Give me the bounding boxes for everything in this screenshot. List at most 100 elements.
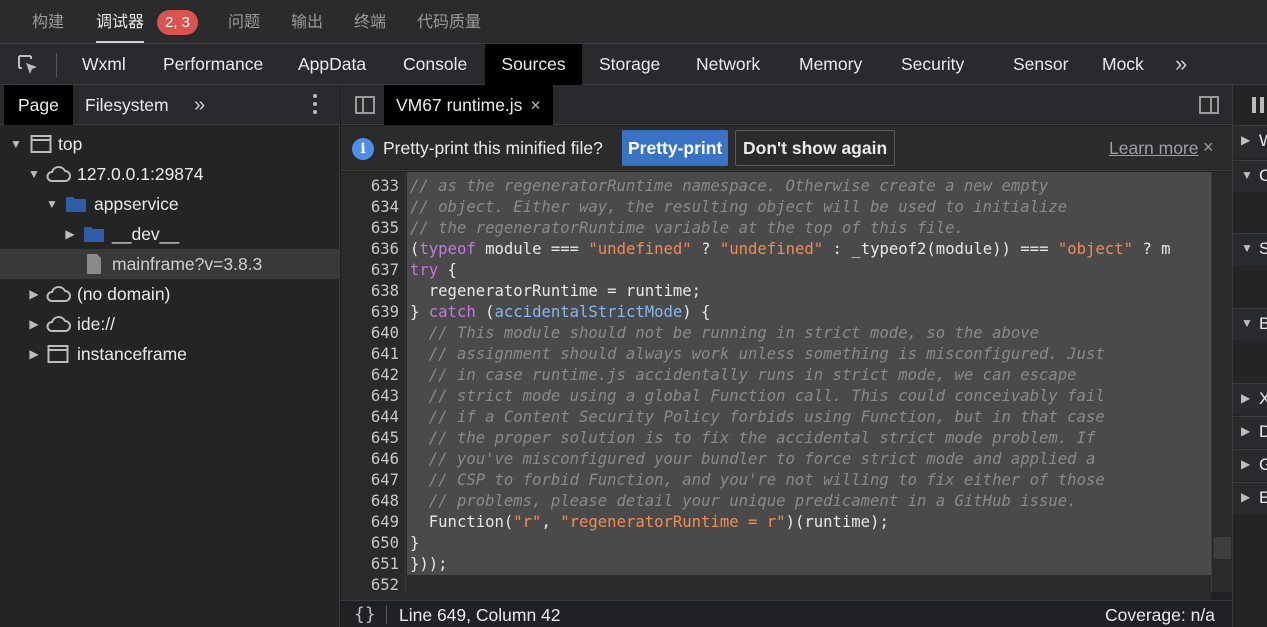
tree-item-dev[interactable]: ▶ __dev__: [0, 219, 340, 249]
tab-network[interactable]: Network: [696, 44, 760, 85]
tab-code-quality[interactable]: 代码质量: [417, 12, 481, 34]
tab-memory[interactable]: Memory: [799, 44, 862, 85]
line-number[interactable]: 646: [341, 449, 399, 470]
tree-item-ide[interactable]: ▶ ide://: [0, 309, 340, 339]
expand-triangle-icon[interactable]: ▶: [1241, 424, 1250, 438]
sidebar-section-header[interactable]: ▶E: [1233, 482, 1267, 514]
tree-item-instanceframe[interactable]: ▶ instanceframe: [0, 339, 340, 369]
line-number[interactable]: 634: [341, 197, 399, 218]
collapse-triangle-icon[interactable]: ▼: [1241, 168, 1253, 182]
sidebar-section-header[interactable]: ▶W: [1233, 125, 1267, 157]
tab-security[interactable]: Security: [901, 44, 964, 85]
expand-triangle-icon[interactable]: ▼: [27, 159, 41, 189]
close-infobar-icon[interactable]: ×: [1203, 137, 1214, 158]
tab-sources[interactable]: Sources: [485, 44, 582, 85]
line-number[interactable]: 638: [341, 281, 399, 302]
tree-item-host[interactable]: ▼ 127.0.0.1:29874: [0, 159, 340, 189]
code-line[interactable]: // This module should not be running in …: [410, 323, 1210, 344]
tab-sensor[interactable]: Sensor: [1013, 44, 1068, 85]
code-line[interactable]: // CSP to forbid Function, and you're no…: [410, 470, 1210, 491]
collapse-triangle-icon[interactable]: ▼: [1241, 241, 1253, 255]
expand-triangle-icon[interactable]: ▼: [45, 189, 59, 219]
tree-item-top[interactable]: ▼ top: [0, 129, 340, 159]
sidebar-section-header[interactable]: ▶D: [1233, 416, 1267, 448]
tab-problems[interactable]: 问题: [228, 12, 260, 34]
collapse-triangle-icon[interactable]: ▼: [1241, 316, 1253, 330]
code-line[interactable]: [410, 575, 1210, 592]
pause-icon[interactable]: [1252, 97, 1266, 113]
code-line[interactable]: // strict mode using a global Function c…: [410, 386, 1210, 407]
more-navigator-tabs-icon[interactable]: »: [194, 85, 205, 125]
tab-debugger[interactable]: 调试器: [96, 12, 145, 43]
tab-storage[interactable]: Storage: [599, 44, 660, 85]
code-line[interactable]: // in case runtime.js accidentally runs …: [410, 365, 1210, 386]
horizontal-scrollbar[interactable]: [341, 592, 1211, 600]
code-line[interactable]: // as the regeneratorRuntime namespace. …: [410, 176, 1210, 197]
expand-triangle-icon[interactable]: ▶: [1241, 457, 1250, 471]
line-number[interactable]: 641: [341, 344, 399, 365]
line-number[interactable]: 635: [341, 218, 399, 239]
sidebar-section-header[interactable]: ▼C: [1233, 160, 1267, 192]
close-tab-icon[interactable]: ×: [530, 95, 540, 115]
tab-mock[interactable]: Mock: [1102, 44, 1144, 85]
line-number[interactable]: 652: [341, 575, 399, 592]
kebab-menu-icon[interactable]: [312, 94, 318, 116]
dont-show-again-button[interactable]: Don't show again: [735, 130, 896, 166]
tab-performance[interactable]: Performance: [163, 44, 263, 85]
code-line[interactable]: try {: [410, 260, 1210, 281]
cursor-position[interactable]: Line 649, Column 42: [399, 605, 561, 626]
scrollbar-thumb[interactable]: [1214, 537, 1231, 559]
expand-triangle-icon[interactable]: ▶: [27, 309, 41, 339]
sidebar-section-header[interactable]: ▶X: [1233, 383, 1267, 415]
code-line[interactable]: regeneratorRuntime = runtime;: [410, 281, 1210, 302]
toggle-debugger-icon[interactable]: [1199, 96, 1219, 114]
sidebar-section-header[interactable]: ▼B: [1233, 308, 1267, 340]
expand-triangle-icon[interactable]: ▶: [27, 339, 41, 369]
tree-item-appservice[interactable]: ▼ appservice: [0, 189, 340, 219]
learn-more-link[interactable]: Learn more: [1109, 138, 1199, 159]
sidebar-section-header[interactable]: ▶G: [1233, 449, 1267, 481]
tab-terminal[interactable]: 终端: [354, 12, 386, 34]
code-line[interactable]: }: [410, 533, 1210, 554]
line-number[interactable]: 644: [341, 407, 399, 428]
editor-tab-runtime[interactable]: VM67 runtime.js ×: [384, 85, 553, 125]
line-number[interactable]: 645: [341, 428, 399, 449]
code-line[interactable]: // the proper solution is to fix the acc…: [410, 428, 1210, 449]
line-number[interactable]: 637: [341, 260, 399, 281]
inspect-element-icon[interactable]: [16, 53, 40, 77]
tab-console[interactable]: Console: [403, 44, 467, 85]
pretty-print-braces-icon[interactable]: {}: [354, 604, 376, 625]
tree-item-no-domain[interactable]: ▶ (no domain): [0, 279, 340, 309]
more-tabs-icon[interactable]: »: [1175, 44, 1187, 85]
vertical-scrollbar[interactable]: [1211, 172, 1232, 592]
tab-output[interactable]: 输出: [291, 12, 323, 34]
tab-build[interactable]: 构建: [32, 12, 64, 34]
line-number[interactable]: 643: [341, 386, 399, 407]
expand-triangle-icon[interactable]: ▶: [27, 279, 41, 309]
code-line[interactable]: (typeof module === "undefined" ? "undefi…: [410, 239, 1210, 260]
tab-filesystem[interactable]: Filesystem: [85, 85, 169, 125]
line-number[interactable]: 639: [341, 302, 399, 323]
code-line[interactable]: // assignment should always work unless …: [410, 344, 1210, 365]
code-line[interactable]: Function("r", "regeneratorRuntime = r")(…: [410, 512, 1210, 533]
line-number[interactable]: 651: [341, 554, 399, 575]
code-line[interactable]: // problems, please detail your unique p…: [410, 491, 1210, 512]
toggle-navigator-icon[interactable]: [355, 96, 375, 114]
expand-triangle-icon[interactable]: ▶: [1241, 391, 1250, 405]
code-line[interactable]: // object. Either way, the resulting obj…: [410, 197, 1210, 218]
line-number[interactable]: 649: [341, 512, 399, 533]
line-number[interactable]: 636: [341, 239, 399, 260]
line-number[interactable]: 647: [341, 470, 399, 491]
tab-appdata[interactable]: AppData: [298, 44, 366, 85]
expand-triangle-icon[interactable]: ▶: [1241, 490, 1250, 504]
line-number[interactable]: 642: [341, 365, 399, 386]
code-line[interactable]: } catch (accidentalStrictMode) {: [410, 302, 1210, 323]
code-line[interactable]: // the regeneratorRuntime variable at th…: [410, 218, 1210, 239]
line-number[interactable]: 648: [341, 491, 399, 512]
code-line[interactable]: }));: [410, 554, 1210, 575]
code-view[interactable]: 633 // as the regeneratorRuntime namespac…: [341, 172, 1211, 592]
line-number[interactable]: 640: [341, 323, 399, 344]
expand-triangle-icon[interactable]: ▶: [1241, 133, 1250, 147]
code-line[interactable]: // you've misconfigured your bundler to …: [410, 449, 1210, 470]
expand-triangle-icon[interactable]: ▶: [63, 219, 77, 249]
